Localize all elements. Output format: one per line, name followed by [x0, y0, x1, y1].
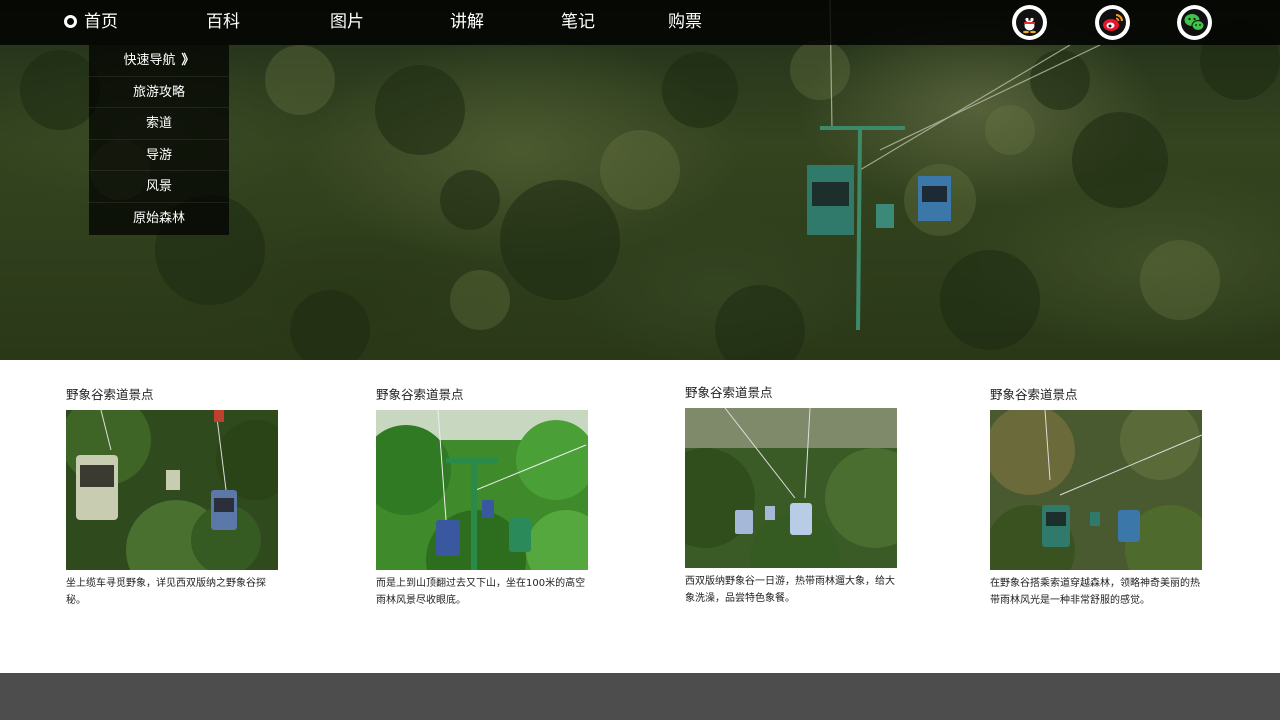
dropdown-item-travel-tips[interactable]: 旅游攻略	[89, 77, 229, 109]
nav-item-tickets[interactable]: 购票	[668, 11, 702, 33]
nav-item-notes[interactable]: 笔记	[561, 11, 595, 33]
qq-icon[interactable]	[1012, 5, 1047, 40]
card-title: 野象谷索道景点	[66, 387, 154, 402]
card-description: 坐上缆车寻觅野象，详见西双版纳之野象谷探秘。	[66, 578, 266, 606]
dropdown-item-quick-nav[interactable]: 快速导航》	[89, 45, 229, 77]
chevron-right-icon: 》	[181, 53, 195, 68]
wechat-icon[interactable]	[1177, 5, 1212, 40]
dropdown-item-cableway[interactable]: 索道	[89, 108, 229, 140]
home-indicator-icon	[64, 15, 77, 28]
card-title: 野象谷索道景点	[376, 387, 464, 402]
nav-item-home-label: 首页	[84, 12, 118, 32]
card-description: 西双版纳野象谷一日游，热带雨林遛大象，给大象洗澡，品尝特色象餐。	[685, 576, 895, 604]
attraction-card: 野象谷索道景点 在野象谷搭乘索道穿越森林，领略神奇美丽的热带雨林风光是一种非常舒…	[990, 387, 1205, 609]
cable-car-photo[interactable]	[685, 408, 897, 568]
dropdown-item-scenery[interactable]: 风景	[89, 171, 229, 203]
attraction-card: 野象谷索道景点 西双版纳野象谷一日游，热带雨林遛大象，给大象洗澡，品尝特色象餐。	[685, 385, 900, 607]
card-description: 在野象谷搭乘索道穿越森林，领略神奇美丽的热带雨林风光是一种非常舒服的感觉。	[990, 578, 1200, 606]
card-title: 野象谷索道景点	[685, 385, 773, 400]
card-description: 而是上到山顶翻过去又下山，坐在100米的高空雨林风景尽收眼底。	[376, 578, 586, 606]
card-title: 野象谷索道景点	[990, 387, 1078, 402]
attraction-card: 野象谷索道景点 坐上缆车寻觅野象，详见西双版纳之野象谷探秘。	[66, 387, 281, 609]
attraction-card: 野象谷索道景点 而是上到山顶翻过去又下山，坐在100米的高空雨林风景尽收眼底。	[376, 387, 591, 609]
home-dropdown-menu: 快速导航》 旅游攻略 索道 导游 风景 原始森林	[89, 45, 229, 235]
nav-item-guide[interactable]: 讲解	[450, 11, 484, 33]
weibo-icon[interactable]	[1095, 5, 1130, 40]
nav-item-encyclopedia[interactable]: 百科	[206, 11, 240, 33]
top-nav-bar: 首页 百科 图片 讲解 笔记 购票	[0, 0, 1280, 45]
footer	[0, 673, 1280, 720]
dropdown-item-primeval-forest[interactable]: 原始森林	[89, 203, 229, 235]
cable-car-photo[interactable]	[990, 410, 1202, 570]
nav-item-home[interactable]: 首页	[64, 11, 118, 33]
nav-item-pictures[interactable]: 图片	[330, 11, 364, 33]
page: 首页 百科 图片 讲解 笔记 购票 快速导航 》 旅游攻略 索道 导游 风景 原…	[0, 0, 1280, 720]
dropdown-item-label: 快速导航	[123, 53, 176, 68]
cable-car-photo[interactable]	[376, 410, 588, 570]
cable-car-photo[interactable]	[66, 410, 278, 570]
dropdown-item-tour-guide[interactable]: 导游	[89, 140, 229, 172]
